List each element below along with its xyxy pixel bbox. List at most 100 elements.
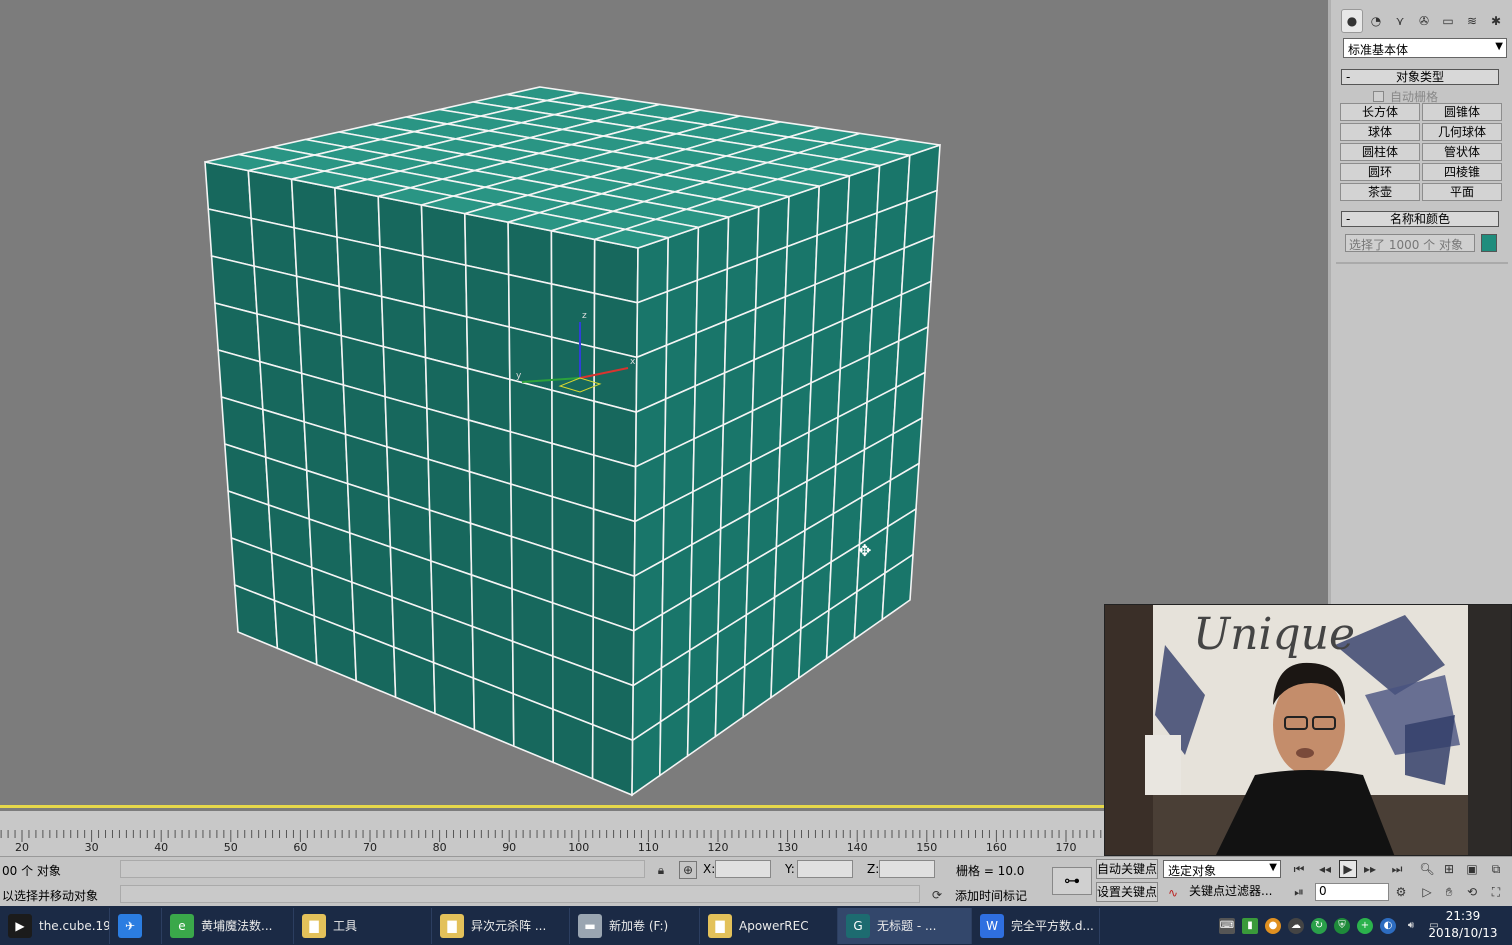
object-type-button[interactable]: 圆锥体 (1422, 103, 1502, 121)
volume-icon[interactable]: 🔊︎ (1403, 918, 1419, 934)
current-frame-field[interactable]: 0 (1315, 883, 1389, 901)
zoom-extents-icon[interactable]: ▣ (1463, 860, 1481, 878)
object-type-button[interactable]: 长方体 (1340, 103, 1420, 121)
modify-icon[interactable]: ◔ (1365, 9, 1387, 33)
taskbar-item-label: 新加卷 (F:) (609, 919, 669, 933)
auto-key-button[interactable]: 自动关键点 (1096, 859, 1158, 879)
taskbar-item[interactable]: W 完全平方数.d... (972, 907, 1100, 944)
timeline-tick-label: 80 (433, 841, 447, 854)
pan-icon[interactable]: ✋︎ (1440, 883, 1458, 901)
object-type-button[interactable]: 球体 (1340, 123, 1420, 141)
object-type-button[interactable]: 茶壶 (1340, 183, 1420, 201)
time-ruler[interactable]: 20 30 40 50 60 70 80 90 100 110 120 130 140 150 160 170 (0, 811, 1104, 856)
app-tray-icon[interactable]: ● (1265, 917, 1281, 934)
taskbar-item-label: the.cube.19... (39, 918, 109, 933)
sync-icon[interactable]: ↻ (1311, 917, 1327, 934)
y-label: Y: (785, 862, 795, 876)
z-label: Z: (867, 862, 880, 876)
chevron-down-icon: ▼ (1495, 41, 1503, 52)
key-filters-button[interactable]: 关键点过滤器... (1186, 882, 1282, 902)
prompt-line: 以选择并移动对象 (2, 889, 99, 903)
key-mode-toggle-icon[interactable]: ⏯ (1290, 883, 1308, 901)
object-color-swatch[interactable] (1481, 234, 1497, 252)
lock-icon[interactable]: 🔒︎ (652, 861, 670, 879)
create-sphere-icon[interactable]: ● (1341, 9, 1363, 33)
object-type-button[interactable]: 平面 (1422, 183, 1502, 201)
current-frame-value: 0 (1319, 884, 1327, 898)
folder-icon: ▇ (708, 913, 732, 938)
wps-icon: W (980, 913, 1004, 938)
status-bar: 00 个 对象 以选择并移动对象 🔒︎ ⊕ X: Y: Z: 栅格 = 10.0… (0, 856, 1512, 906)
windows-taskbar: ▶ the.cube.19... ✈ e 黄埔魔法数... ▇ 工具 ▇ 异次元杀阵 ... ▬ 新… (0, 906, 1512, 945)
category-dropdown[interactable]: 标准基本体 ▼ (1343, 38, 1507, 58)
taskbar-item[interactable]: ✈ (110, 907, 162, 944)
taskbar-item[interactable]: G 无标题 - ... (838, 907, 972, 944)
name-color-rollout[interactable]: - 名称和颜色 (1341, 211, 1499, 227)
timeline-tick-label: 160 (986, 841, 1007, 854)
timeline-ruler[interactable]: 20 30 40 50 60 70 80 90 100 110 120 130 140 150 160 170 (0, 811, 1104, 856)
shield-icon[interactable]: ⛨ (1334, 917, 1350, 934)
next-frame-icon[interactable]: ▸▸ (1361, 860, 1379, 878)
taskbar-item-label: 工具 (333, 919, 358, 933)
timeline-tick-label: 110 (638, 841, 659, 854)
utilities-icon[interactable]: ≋ (1461, 9, 1483, 33)
taskbar-item[interactable]: ▶ the.cube.19... (0, 907, 110, 944)
taskbar-item[interactable]: ▇ 工具 (294, 907, 432, 944)
go-to-start-icon[interactable]: ⏮ (1290, 860, 1308, 878)
object-name-field[interactable]: 选择了 1000 个 对象 (1345, 234, 1475, 252)
taskbar-item[interactable]: ▬ 新加卷 (F:) (570, 907, 700, 944)
extra-icon[interactable]: ✱ (1485, 9, 1507, 33)
webcam-overlay: Unique (1104, 604, 1512, 856)
zoom-extents-all-icon[interactable]: ⧉ (1487, 860, 1505, 878)
taskbar-item[interactable]: ▇ ApowerREC (700, 907, 838, 944)
maxscript-listener[interactable] (120, 860, 645, 878)
field-of-view-icon[interactable]: ▷ (1418, 883, 1436, 901)
cloud-drive-icon[interactable]: ◐ (1380, 917, 1396, 934)
motion-icon[interactable]: ✇ (1413, 9, 1435, 33)
play-icon[interactable]: ▶ (1339, 860, 1357, 878)
display-icon[interactable]: ▭ (1437, 9, 1459, 33)
orbit-icon[interactable]: ⟲ (1463, 883, 1481, 901)
previous-frame-icon[interactable]: ◂◂ (1316, 860, 1334, 878)
cube-side-face[interactable] (631, 143, 941, 797)
y-coordinate-field[interactable] (797, 860, 853, 878)
x-coordinate-field[interactable] (715, 860, 771, 878)
object-type-button[interactable]: 几何球体 (1422, 123, 1502, 141)
go-to-end-icon[interactable]: ⏭ (1388, 860, 1406, 878)
object-type-rollout[interactable]: - 对象类型 (1341, 69, 1499, 85)
set-key-button[interactable]: 设置关键点 (1096, 882, 1158, 902)
taskbar-item[interactable]: ▇ 异次元杀阵 ... (432, 907, 570, 944)
key-mode-button[interactable]: ⊶ (1052, 867, 1092, 895)
timeline-tick-label: 70 (363, 841, 377, 854)
add-time-tag[interactable]: 添加时间标记 (955, 887, 1027, 904)
cloud-icon[interactable]: ☁ (1288, 917, 1304, 934)
absolute-mode-icon[interactable]: ⊕ (679, 861, 697, 879)
zoom-all-icon[interactable]: ⊞ (1440, 860, 1458, 878)
keyboard-icon[interactable]: ⌨ (1219, 917, 1235, 934)
taskbar-item-label: 异次元杀阵 ... (471, 919, 547, 933)
move-cursor-icon: ✥ (858, 541, 871, 560)
cube-cell (507, 221, 553, 285)
object-type-button[interactable]: 四棱锥 (1422, 163, 1502, 181)
time-config-icon[interactable]: ⚙ (1392, 883, 1410, 901)
object-type-button[interactable]: 管状体 (1422, 143, 1502, 161)
cube-front-face[interactable] (204, 161, 639, 797)
plus-icon[interactable]: + (1357, 917, 1373, 934)
browser-icon: e (170, 913, 194, 938)
battery-icon[interactable]: ▮ (1242, 917, 1258, 934)
taskbar-item[interactable]: e 黄埔魔法数... (162, 907, 294, 944)
object-type-button[interactable]: 圆柱体 (1340, 143, 1420, 161)
z-coordinate-field[interactable] (879, 860, 935, 878)
key-target-dropdown[interactable]: 选定对象 ▼ (1163, 860, 1281, 878)
hierarchy-icon[interactable]: ⋎ (1389, 9, 1411, 33)
folder-icon: ▇ (302, 913, 326, 938)
taskbar-item-label: 无标题 - ... (877, 919, 937, 933)
maximize-viewport-icon[interactable]: ⛶ (1487, 883, 1505, 901)
zoom-icon[interactable]: 🔍︎ (1418, 860, 1436, 878)
system-clock[interactable]: 21:39 2018/10/13 (1420, 908, 1506, 942)
banner-text: Unique (1193, 609, 1355, 660)
x-label: X: (703, 862, 716, 876)
drive-icon: ▬ (578, 913, 602, 938)
chevron-down-icon: ▼ (1269, 862, 1277, 873)
object-type-button[interactable]: 圆环 (1340, 163, 1420, 181)
